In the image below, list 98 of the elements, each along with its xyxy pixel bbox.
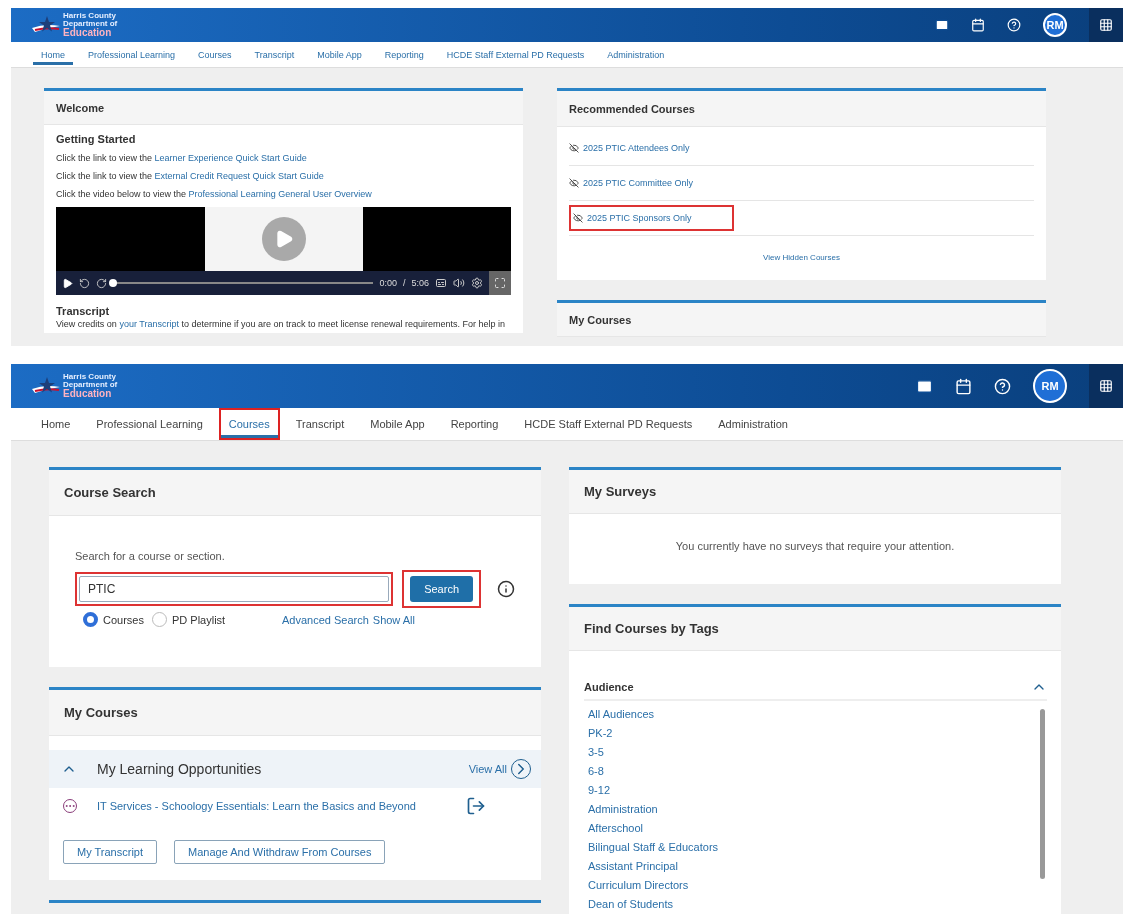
logo-text: Education — [63, 389, 113, 399]
nav-tab[interactable]: HCDE Staff External PD Requests — [436, 42, 595, 67]
info-icon[interactable] — [497, 580, 515, 598]
tag-link[interactable]: All Audiences — [588, 705, 1034, 724]
search-button[interactable]: Search — [410, 576, 473, 602]
nav-tab[interactable]: Transcript — [244, 42, 305, 67]
calendar-icon[interactable] — [955, 377, 972, 395]
view-all-link[interactable]: View All — [468, 759, 531, 779]
card-header: Welcome — [44, 91, 523, 125]
empty-message: You currently have no surveys that require your attention. — [675, 540, 955, 552]
apps-button[interactable] — [1089, 8, 1123, 42]
course-link[interactable]: 2025 PTIC Committee Only — [583, 178, 694, 188]
logo-text: Department of — [63, 381, 118, 389]
fullscreen-icon — [494, 277, 506, 289]
tag-group-title: Audience — [584, 681, 634, 693]
search-prompt: Search for a course or section. — [75, 550, 225, 562]
current-time: 0:00 — [379, 278, 397, 288]
hidden-eye-icon[interactable] — [573, 213, 583, 223]
nav-tab[interactable]: Home — [31, 408, 81, 440]
hidden-eye-icon[interactable] — [569, 143, 579, 153]
tag-link[interactable]: 9-12 — [588, 781, 1034, 800]
search-link[interactable]: Show All — [372, 613, 415, 626]
forward-icon[interactable] — [96, 277, 107, 289]
guide-link[interactable]: Professional Learning General User Overview — [188, 189, 372, 199]
calendar-icon[interactable] — [971, 18, 985, 32]
logo-text: Harris County — [63, 12, 116, 20]
grid-icon — [1099, 18, 1113, 32]
search-link[interactable]: Advanced Search — [281, 613, 369, 626]
card-header: My Courses — [49, 690, 541, 736]
nav-tab[interactable]: Home — [31, 42, 75, 67]
volume-icon[interactable] — [453, 277, 465, 289]
radio-option[interactable]: PD Playlist — [151, 612, 226, 627]
tag-link[interactable]: 3-5 — [588, 743, 1034, 762]
tag-link[interactable]: 6-8 — [588, 762, 1034, 781]
course-link[interactable]: IT Services - Schoology Essentials: Learn the Basics and Beyond — [97, 800, 416, 812]
nav-tab[interactable]: Professional Learning — [78, 42, 186, 67]
nav-tab[interactable]: HCDE Staff External PD Requests — [514, 408, 703, 440]
logo-text: Education — [63, 28, 113, 38]
help-icon[interactable] — [994, 377, 1011, 395]
nav-tab[interactable]: Reporting — [440, 408, 509, 440]
course-link[interactable]: 2025 PTIC Sponsors Only — [587, 213, 692, 223]
section-heading: Transcript — [56, 305, 111, 317]
time-separator: / — [402, 278, 406, 288]
card-header: My Surveys — [569, 470, 1061, 514]
tag-link[interactable]: Dean of Students — [588, 895, 1034, 914]
hidden-eye-icon[interactable] — [569, 178, 579, 188]
tag-link[interactable]: PK-2 — [588, 724, 1034, 743]
course-link[interactable]: 2025 PTIC Attendees Only — [583, 143, 690, 153]
avatar[interactable]: RM — [1043, 13, 1067, 37]
logo-star-icon — [31, 376, 61, 396]
exit-icon[interactable] — [465, 796, 486, 816]
tag-link[interactable]: Afterschool — [588, 819, 1034, 838]
avatar[interactable]: RM — [1033, 369, 1067, 403]
tag-link[interactable]: Assistant Principal — [588, 857, 1034, 876]
nav-tab[interactable]: Courses — [188, 42, 242, 67]
duration: 5:06 — [411, 278, 429, 288]
card-header: Course Search — [49, 470, 541, 516]
section-title: My Learning Opportunities — [97, 761, 262, 777]
fullscreen-button[interactable] — [489, 271, 511, 295]
transcript-link[interactable]: your Transcript — [119, 319, 179, 329]
outline-button[interactable]: Manage And Withdraw From Courses — [174, 840, 386, 864]
settings-icon[interactable] — [471, 277, 483, 289]
apps-button[interactable] — [1089, 364, 1123, 408]
guide-link[interactable]: External Credit Request Quick Start Guide — [154, 171, 324, 181]
nav-tab[interactable]: Mobile App — [307, 42, 372, 67]
help-icon[interactable] — [1007, 18, 1021, 32]
search-field[interactable]: PTIC — [79, 576, 389, 602]
tag-link[interactable]: Bilingual Staff & Educators — [588, 838, 1034, 857]
logo-text: Harris County — [63, 373, 116, 381]
logo-text: Department of — [63, 20, 118, 28]
progress-thumb[interactable] — [109, 279, 117, 287]
tag-link[interactable]: Curriculum Directors — [588, 876, 1034, 895]
tag-link[interactable]: Administration — [588, 800, 1034, 819]
logo-star-icon — [31, 15, 61, 35]
guide-link[interactable]: Learner Experience Quick Start Guide — [154, 153, 307, 163]
card-header: Find Courses by Tags — [569, 607, 1061, 651]
section-heading: Getting Started — [56, 133, 137, 145]
nav-tab[interactable]: Reporting — [374, 42, 434, 67]
instruction-text: Click the link to view the External Credit Request Quick Start Guide — [56, 170, 325, 183]
nav-tab[interactable]: Professional Learning — [86, 408, 213, 440]
nav-tab[interactable]: Mobile App — [360, 408, 435, 440]
scrollbar[interactable] — [1040, 709, 1045, 879]
radio-option[interactable]: Courses — [83, 612, 144, 627]
card-header: Recommended Courses — [557, 91, 1046, 127]
instruction-text: Click the link to view the Learner Experience Quick Start Guide — [56, 152, 308, 165]
view-hidden-link[interactable]: View Hidden Courses — [763, 253, 840, 262]
nav-tab[interactable]: Courses — [218, 408, 280, 440]
outline-button[interactable]: My Transcript — [63, 840, 157, 864]
instruction-text: Click the video below to view the Professional Learning General User Overview — [56, 188, 373, 201]
rewind-icon[interactable] — [79, 277, 90, 289]
captions-icon[interactable] — [435, 277, 447, 289]
play-icon[interactable] — [62, 277, 73, 289]
nav-tab[interactable]: Administration — [708, 408, 798, 440]
nav-tab[interactable]: Transcript — [285, 408, 355, 440]
transcript-text: View credits on your Transcript to determine if you are on track to meet license renewal requirements. For help in — [56, 318, 507, 331]
card-header: My Courses — [557, 303, 1046, 337]
grid-icon — [1099, 379, 1113, 393]
nav-tab[interactable]: Administration — [597, 42, 675, 67]
